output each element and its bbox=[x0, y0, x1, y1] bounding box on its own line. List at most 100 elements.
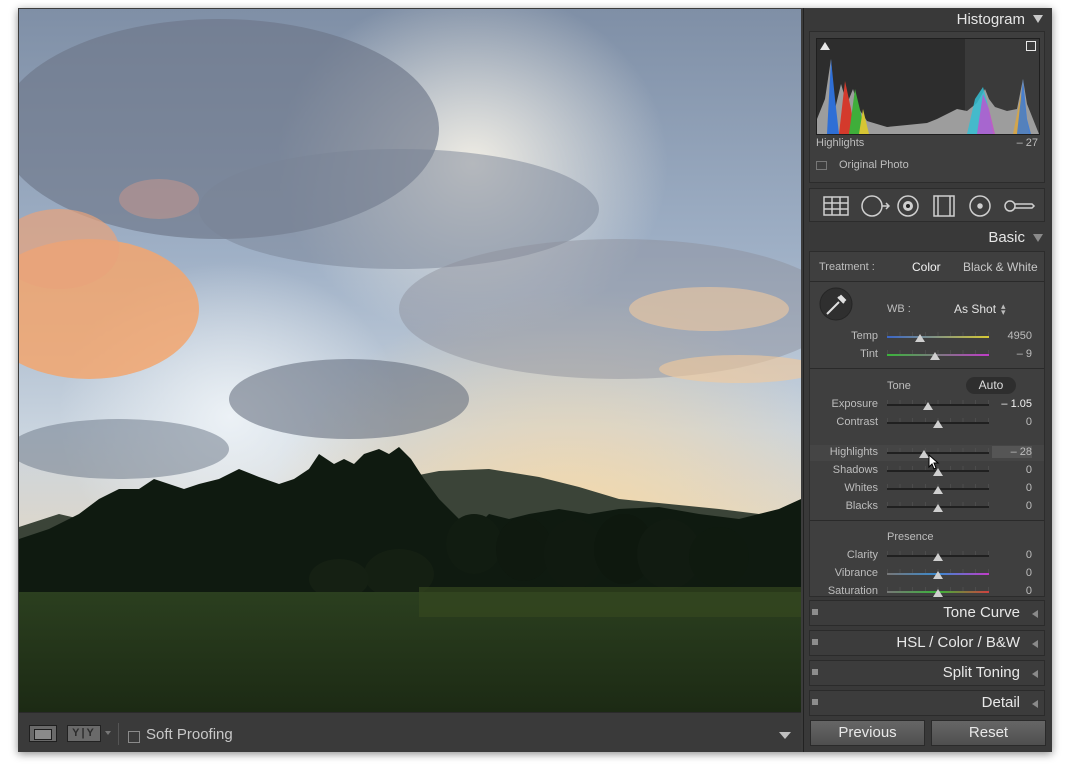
slider-label: Temp bbox=[851, 330, 878, 342]
slider-row-clarity: Clarity 0 bbox=[810, 548, 1044, 564]
slider-label: Blacks bbox=[845, 500, 878, 512]
right-panel: Histogram Highlights – 27 Original Photo… bbox=[803, 8, 1052, 752]
slider-value[interactable]: 0 bbox=[992, 500, 1032, 512]
divider bbox=[810, 368, 1044, 369]
slider-ticks bbox=[887, 400, 989, 404]
slider-value[interactable]: – 28 bbox=[992, 446, 1032, 458]
photo-preview[interactable] bbox=[19, 9, 801, 712]
divider bbox=[810, 520, 1044, 521]
wb-stepper-icon[interactable]: ▴ ▾ bbox=[1001, 302, 1006, 317]
original-photo-checkbox[interactable] bbox=[816, 161, 827, 170]
histogram-title: Histogram bbox=[956, 11, 1025, 28]
panel-toggle-icon[interactable] bbox=[812, 699, 818, 705]
expand-triangle-icon[interactable] bbox=[1032, 610, 1038, 618]
graduated-filter-icon[interactable] bbox=[933, 195, 955, 217]
collapse-triangle-icon[interactable] bbox=[1033, 15, 1043, 23]
slider-label: Highlights bbox=[829, 446, 878, 458]
slider-thumb[interactable] bbox=[933, 420, 943, 428]
landscape-photo bbox=[19, 9, 801, 712]
slider-track[interactable] bbox=[887, 336, 989, 338]
lightroom-develop-window: Y|Y Soft Proofing Histogram Highlights –… bbox=[18, 8, 1052, 752]
slider-row-temp: Temp 4950 bbox=[810, 329, 1044, 345]
original-photo-label: Original Photo bbox=[839, 159, 909, 171]
compare-dropdown-icon[interactable] bbox=[105, 731, 111, 735]
slider-value[interactable]: – 9 bbox=[992, 348, 1032, 360]
histogram-graph[interactable] bbox=[816, 38, 1040, 135]
slider-thumb[interactable] bbox=[933, 486, 943, 494]
spot-removal-icon[interactable] bbox=[861, 195, 891, 217]
wb-value[interactable]: As Shot bbox=[954, 302, 996, 316]
slider-label: Shadows bbox=[832, 464, 878, 476]
slider-row-blacks: Blacks 0 bbox=[810, 499, 1044, 515]
slider-thumb[interactable] bbox=[933, 571, 943, 579]
slider-value[interactable]: 0 bbox=[992, 549, 1032, 561]
slider-value[interactable]: 4950 bbox=[992, 330, 1032, 342]
slider-value[interactable]: 0 bbox=[992, 464, 1032, 476]
before-after-icon[interactable]: Y|Y bbox=[67, 725, 101, 742]
slider-thumb[interactable] bbox=[914, 334, 925, 342]
slider-track[interactable] bbox=[887, 404, 989, 406]
treatment-color-option[interactable]: Color bbox=[912, 260, 941, 274]
slider-label: Whites bbox=[844, 482, 878, 494]
slider-value[interactable]: 0 bbox=[992, 585, 1032, 597]
shadow-clipping-icon[interactable] bbox=[820, 42, 830, 50]
panel-toggle-icon[interactable] bbox=[812, 609, 818, 615]
auto-tone-button[interactable]: Auto bbox=[966, 377, 1016, 394]
slider-row-exposure: Exposure – 1.05 bbox=[810, 397, 1044, 413]
slider-thumb[interactable] bbox=[933, 504, 943, 512]
panel-title: Split Toning bbox=[942, 664, 1020, 681]
slider-thumb[interactable] bbox=[922, 402, 933, 410]
panel-detail[interactable]: Detail bbox=[809, 690, 1045, 716]
panel-tone-curve[interactable]: Tone Curve bbox=[809, 600, 1045, 626]
expand-triangle-icon[interactable] bbox=[1032, 640, 1038, 648]
treatment-bw-option[interactable]: Black & White bbox=[963, 260, 1038, 274]
slider-row-whites: Whites 0 bbox=[810, 481, 1044, 497]
panel-toggle-icon[interactable] bbox=[812, 669, 818, 675]
histogram-info-label: Highlights bbox=[816, 137, 865, 149]
highlight-clipping-icon[interactable] bbox=[1026, 41, 1036, 51]
slider-value[interactable]: – 1.05 bbox=[992, 398, 1032, 410]
reset-button[interactable]: Reset bbox=[931, 720, 1046, 746]
panel-hsl[interactable]: HSL / Color / B&W bbox=[809, 630, 1045, 656]
tone-label: Tone bbox=[887, 380, 911, 392]
histogram-chart bbox=[817, 39, 1039, 134]
slider-row-shadows: Shadows 0 bbox=[810, 463, 1044, 479]
expand-triangle-icon[interactable] bbox=[1032, 700, 1038, 708]
basic-collapse-icon[interactable] bbox=[1033, 234, 1043, 242]
tool-strip bbox=[809, 188, 1045, 222]
slider-label: Clarity bbox=[846, 549, 878, 561]
red-eye-icon[interactable] bbox=[897, 195, 919, 217]
basic-title: Basic bbox=[988, 229, 1025, 246]
slider-value[interactable]: 0 bbox=[992, 482, 1032, 494]
previous-button[interactable]: Previous bbox=[810, 720, 925, 746]
slider-thumb[interactable] bbox=[933, 553, 943, 561]
soft-proofing-checkbox[interactable] bbox=[128, 731, 140, 743]
toolbar-menu-icon[interactable] bbox=[779, 732, 791, 739]
slider-label: Contrast bbox=[836, 416, 878, 428]
slider-thumb[interactable] bbox=[929, 352, 940, 360]
adjustment-brush-icon[interactable] bbox=[1004, 200, 1036, 212]
divider bbox=[810, 281, 1044, 282]
expand-triangle-icon[interactable] bbox=[1032, 670, 1038, 678]
soft-proofing-label: Soft Proofing bbox=[146, 726, 233, 743]
slider-value[interactable]: 0 bbox=[992, 416, 1032, 428]
slider-thumb[interactable] bbox=[933, 589, 943, 597]
slider-value[interactable]: 0 bbox=[992, 567, 1032, 579]
panel-split-toning[interactable]: Split Toning bbox=[809, 660, 1045, 686]
slider-row-tint: Tint – 9 bbox=[810, 347, 1044, 363]
slider-row-contrast: Contrast 0 bbox=[810, 415, 1044, 431]
panel-toggle-icon[interactable] bbox=[812, 639, 818, 645]
slider-ticks bbox=[887, 332, 989, 336]
slider-row-vibrance: Vibrance 0 bbox=[810, 566, 1044, 582]
white-balance-eyedropper-icon[interactable] bbox=[819, 287, 853, 321]
histogram-info-value: – 27 bbox=[1016, 137, 1038, 149]
slider-label: Saturation bbox=[827, 585, 878, 597]
radial-filter-icon[interactable] bbox=[969, 195, 991, 217]
slider-ticks bbox=[887, 448, 989, 452]
panel-title: Tone Curve bbox=[943, 604, 1020, 621]
slider-row-saturation: Saturation 0 bbox=[810, 584, 1044, 600]
loupe-view-icon[interactable] bbox=[29, 725, 57, 742]
crop-overlay-icon[interactable] bbox=[823, 196, 849, 216]
slider-row-highlights: Highlights – 28 bbox=[810, 445, 1044, 461]
bottom-toolbar: Y|Y Soft Proofing bbox=[19, 712, 801, 752]
